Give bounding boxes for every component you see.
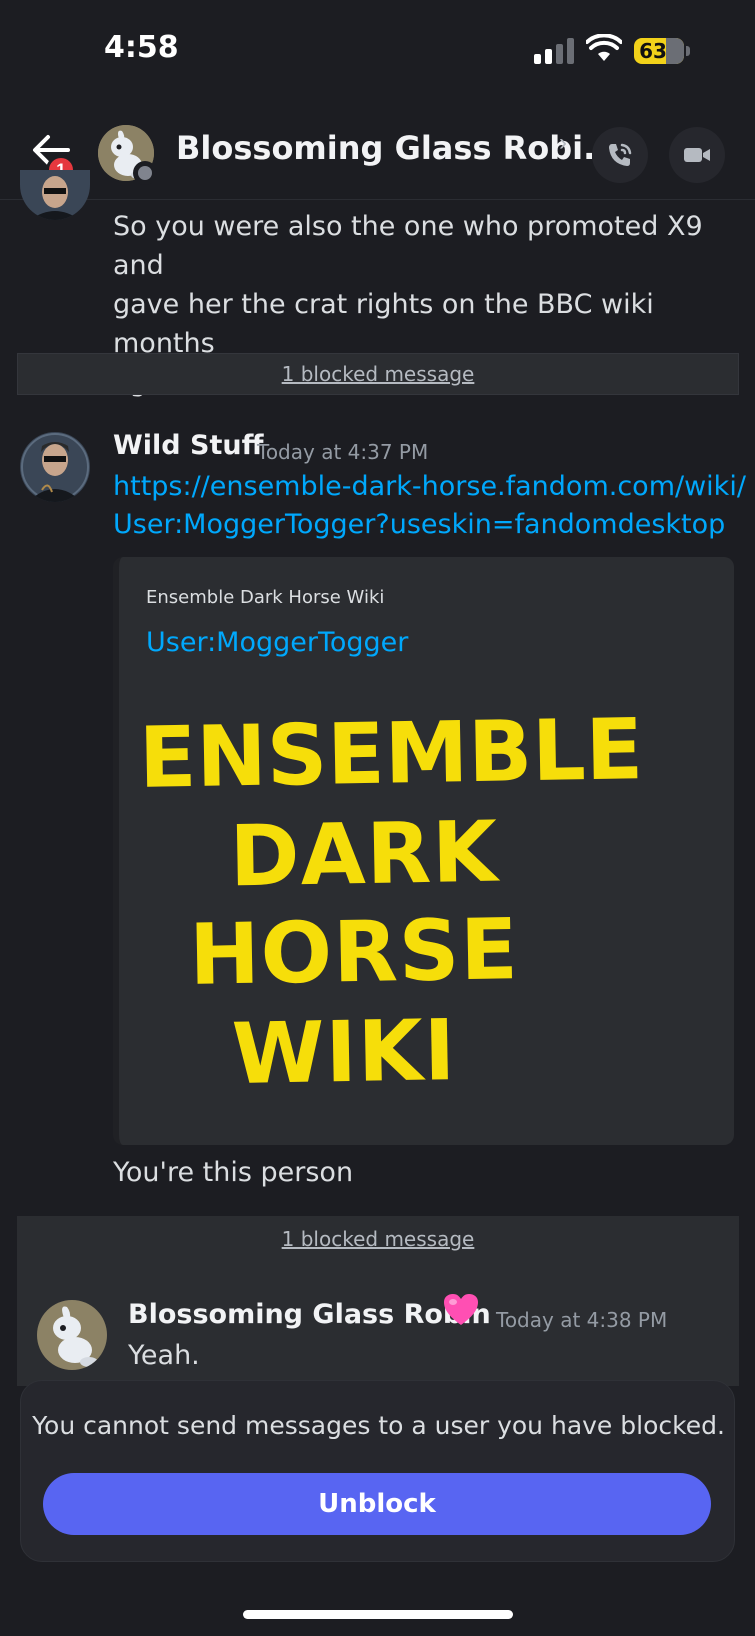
blocked-message-link[interactable]: 1 blocked message xyxy=(282,362,475,386)
battery-tip xyxy=(686,46,690,56)
battery-icon: 63 xyxy=(634,38,684,64)
message-author[interactable]: Blossoming Glass Robin xyxy=(128,1299,491,1330)
voice-call-button[interactable] xyxy=(592,127,648,183)
video-call-button[interactable] xyxy=(669,127,725,183)
blocked-notice: You cannot send messages to a user you h… xyxy=(32,1411,725,1440)
avatar[interactable] xyxy=(20,170,90,220)
blocked-message-bar[interactable]: 1 blocked message xyxy=(17,1216,739,1262)
message-text: You're this person xyxy=(113,1157,354,1188)
embed-title[interactable]: User:MoggerTogger xyxy=(146,627,408,658)
message-link[interactable]: https://ensemble-dark-horse.fandom.com/w… xyxy=(113,468,746,544)
robin-avatar-icon xyxy=(37,1300,107,1370)
logo-text: HORSE xyxy=(188,900,520,1004)
blocked-message-link[interactable]: 1 blocked message xyxy=(282,1227,475,1251)
chat-title[interactable]: Blossoming Glass Robi... xyxy=(176,129,620,167)
unblock-button[interactable]: Unblock xyxy=(43,1473,711,1535)
offline-status-indicator xyxy=(133,161,157,185)
chevron-right-icon[interactable]: › xyxy=(559,129,567,157)
message-author[interactable]: Wild Stuff xyxy=(113,430,263,461)
link-embed[interactable]: Ensemble Dark Horse Wiki User:MoggerTogg… xyxy=(113,557,734,1145)
logo-text: WIKI xyxy=(231,1001,457,1103)
status-bar: 4:58 63 xyxy=(0,0,755,105)
chat-header: 1 Blossoming Glass Robi... › xyxy=(0,105,755,200)
status-time: 4:58 xyxy=(104,30,179,65)
logo-text: ENSEMBLE xyxy=(138,700,644,807)
blocked-message-bar[interactable]: 1 blocked message xyxy=(17,353,739,395)
embed-image[interactable]: ENSEMBLE DARK HORSE WIKI xyxy=(138,700,644,1105)
wild-stuff-avatar-icon xyxy=(20,170,90,220)
message-timestamp: Today at 4:38 PM xyxy=(496,1308,668,1332)
battery-percent: 63 xyxy=(639,39,667,63)
message-text: Yeah. xyxy=(128,1340,200,1371)
avatar[interactable] xyxy=(37,1300,107,1370)
logo-text: DARK xyxy=(228,802,500,906)
wifi-icon xyxy=(586,34,622,61)
embed-provider: Ensemble Dark Horse Wiki xyxy=(146,587,385,608)
avatar[interactable] xyxy=(20,432,90,502)
message-timestamp: Today at 4:37 PM xyxy=(257,440,429,464)
phone-call-icon xyxy=(609,143,632,166)
video-camera-icon xyxy=(684,148,710,162)
pink-heart-icon xyxy=(444,1294,478,1325)
cellular-signal-icon xyxy=(534,38,576,64)
wild-stuff-avatar-icon xyxy=(20,432,90,502)
blocked-user-panel: You cannot send messages to a user you h… xyxy=(20,1380,735,1562)
home-indicator[interactable] xyxy=(243,1610,513,1619)
